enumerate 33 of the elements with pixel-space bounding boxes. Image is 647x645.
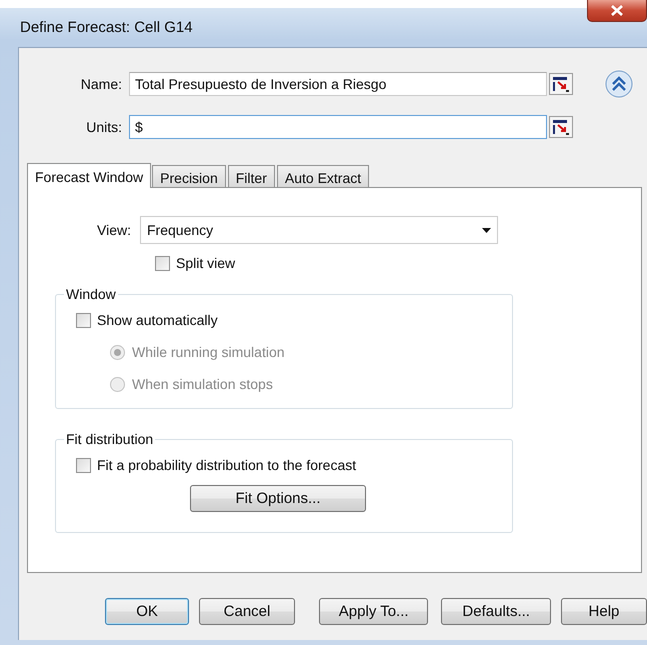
fit-options-button[interactable]: Fit Options... <box>190 485 366 512</box>
cell-reference-icon[interactable] <box>549 73 573 95</box>
field-label: Units: <box>85 119 123 135</box>
checkbox[interactable] <box>155 256 170 270</box>
close-button[interactable] <box>587 0 647 22</box>
radio-label: When simulation stops <box>132 376 273 392</box>
tab[interactable]: Filter <box>228 165 275 187</box>
window-title: Define Forecast: Cell G14 <box>20 19 193 36</box>
checkbox-label: Fit a probability distribution to the forecast <box>97 457 356 473</box>
field-label: Name: <box>80 76 123 92</box>
dialog-button[interactable]: OK <box>105 598 190 625</box>
checkbox-label: Show automatically <box>97 312 218 328</box>
cell-reference-icon[interactable] <box>549 116 573 138</box>
dialog-button[interactable]: Apply To... <box>318 598 428 625</box>
tab[interactable]: Forecast Window <box>27 163 152 188</box>
close-icon <box>611 5 623 16</box>
dialog-button[interactable]: Cancel <box>199 598 295 625</box>
radio-label: While running simulation <box>132 344 285 360</box>
checkbox-label: Split view <box>176 255 236 271</box>
view-dropdown[interactable]: Frequency <box>140 216 498 244</box>
group-title: Window <box>65 286 117 302</box>
input-field[interactable]: $ <box>129 115 547 139</box>
dropdown-arrow-icon <box>482 228 491 232</box>
checkbox[interactable] <box>76 458 91 472</box>
dialog-button[interactable]: Help <box>560 598 647 625</box>
dialog-button[interactable]: Defaults... <box>441 598 551 625</box>
tab[interactable]: Auto Extract <box>276 165 370 187</box>
checkbox[interactable] <box>76 312 91 328</box>
tab[interactable]: Precision <box>152 165 226 187</box>
collapse-icon[interactable] <box>605 70 633 98</box>
view-label: View: <box>96 222 132 238</box>
group-title: Fit distribution <box>65 431 154 447</box>
input-field[interactable]: Total Presupuesto de Inversion a Riesgo <box>129 72 547 96</box>
